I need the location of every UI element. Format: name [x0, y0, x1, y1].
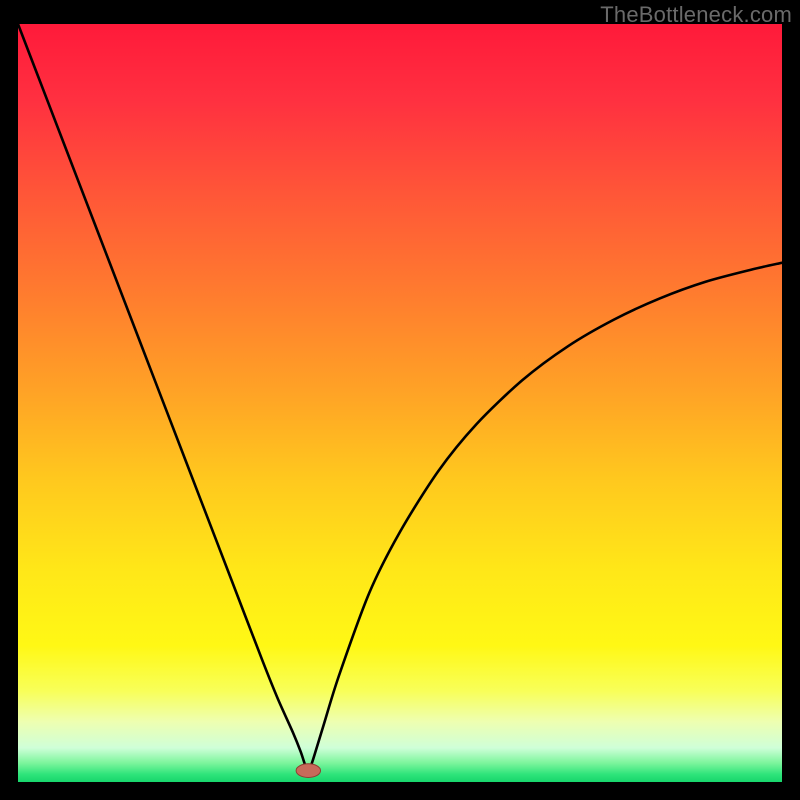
- gradient-background: [18, 24, 782, 782]
- minimum-marker: [296, 764, 320, 778]
- chart-stage: TheBottleneck.com: [0, 0, 800, 800]
- plot-area: [18, 24, 782, 782]
- bottleneck-chart: [18, 24, 782, 782]
